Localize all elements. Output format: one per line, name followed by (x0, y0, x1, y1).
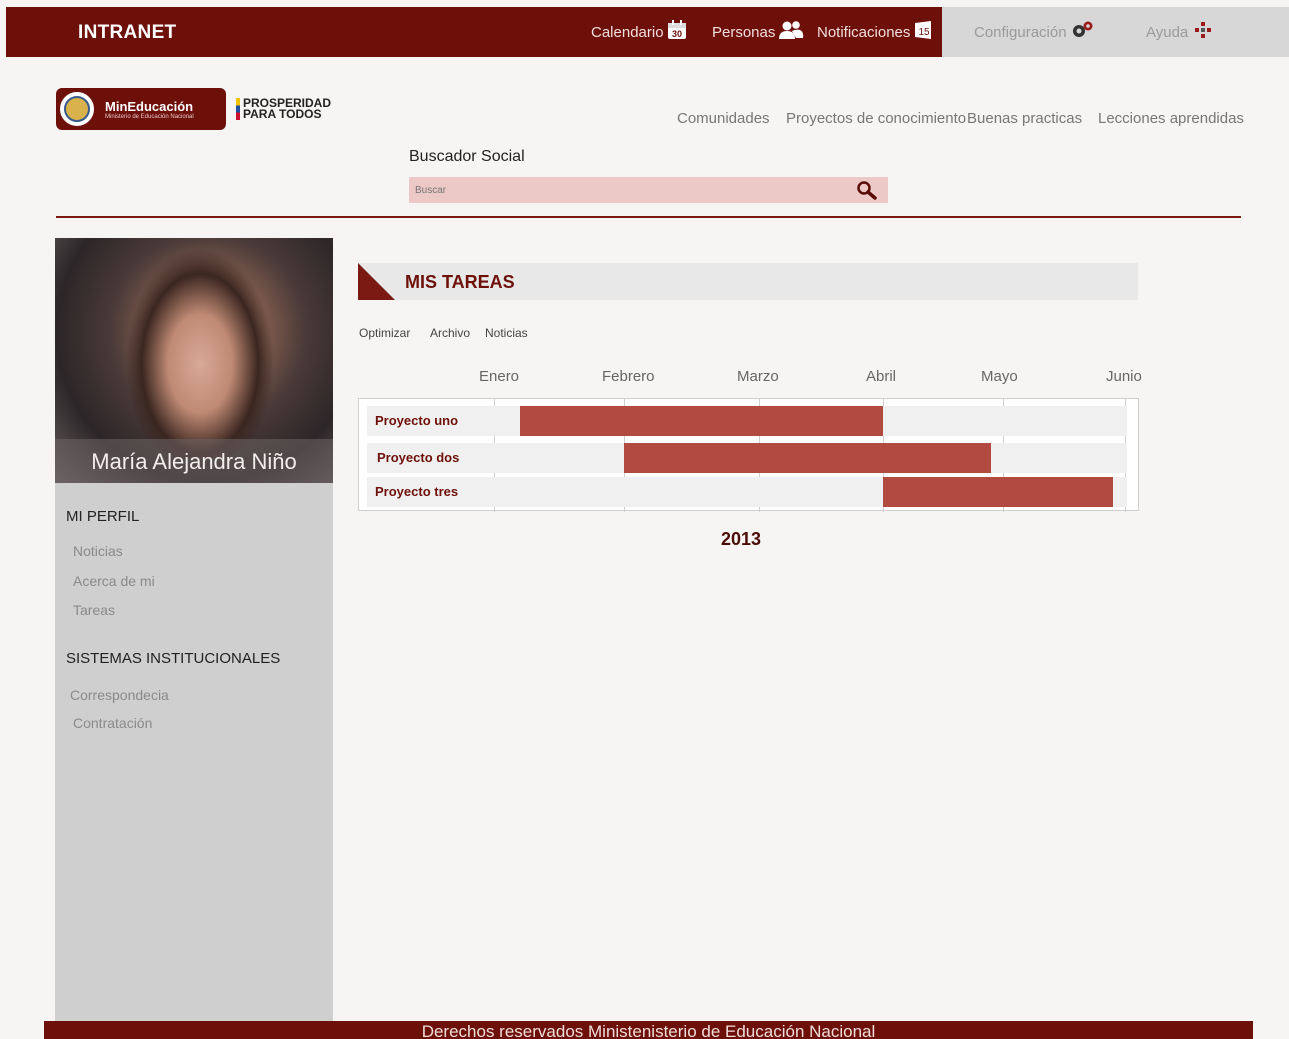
search-box (409, 177, 888, 203)
sidebar-item-acerca[interactable]: Acerca de mi (73, 573, 155, 589)
profile-name: María Alejandra Niño (55, 439, 333, 483)
notification-icon: 15 (913, 20, 933, 44)
footer: Derechos reservados Ministenisterio de E… (44, 1021, 1253, 1039)
tab-noticias[interactable]: Noticias (485, 326, 528, 340)
nav-configuracion-label: Configuración (974, 23, 1067, 41)
gantt-bar[interactable] (883, 477, 1113, 507)
logo-name: MinEducación (105, 98, 194, 114)
year-label: 2013 (721, 529, 762, 549)
nav-configuracion[interactable]: Configuración (974, 21, 1096, 43)
sidebar-item-contratacion[interactable]: Contratación (73, 715, 152, 731)
tab-archivo[interactable]: Archivo (430, 326, 470, 340)
search-icon[interactable] (856, 180, 878, 205)
top-bar: INTRANET Calendario 30 Personas Notifica… (6, 7, 1289, 57)
month-label: Mayo (981, 368, 1018, 385)
search-label: Buscador Social (409, 148, 525, 165)
flag-icon (236, 98, 240, 120)
nav-proyectos[interactable]: Proyectos de conocimiento (786, 110, 966, 127)
header-triangle-icon (358, 263, 395, 300)
svg-text:15: 15 (919, 27, 931, 38)
gantt-chart: Proyecto uno Proyecto dos Proyecto tres (358, 398, 1139, 512)
nav-notificaciones-label: Notificaciones (817, 23, 911, 41)
nav-ayuda-label: Ayuda (1146, 23, 1189, 41)
nav-personas-label: Personas (712, 23, 776, 41)
project-label: Proyecto uno (375, 413, 459, 428)
month-label: Abril (866, 368, 897, 385)
nav-calendario-label: Calendario (591, 23, 664, 41)
search-input[interactable] (409, 177, 839, 203)
prosperidad-logo: PROSPERIDAD PARA TODOS (236, 97, 331, 121)
gantt-bar[interactable] (520, 406, 883, 436)
gantt-bar[interactable] (624, 443, 991, 473)
nav-lecciones[interactable]: Lecciones aprendidas (1098, 110, 1244, 127)
help-icon (1193, 20, 1213, 44)
month-label: Enero (479, 368, 520, 385)
mineducacion-logo[interactable]: MinEducación Ministerio de Educación Nac… (56, 88, 226, 130)
sidebar-item-tareas[interactable]: Tareas (73, 602, 115, 618)
nav-calendario[interactable]: Calendario 30 (591, 7, 687, 57)
gear-icon (1070, 21, 1096, 43)
nav-notificaciones[interactable]: Notificaciones 15 (817, 7, 933, 57)
app-title: INTRANET (78, 22, 177, 43)
top-bar-right: Configuración Ayuda (942, 7, 1289, 57)
svg-text:30: 30 (672, 29, 682, 39)
header-divider (56, 216, 1241, 218)
calendar-icon: 30 (667, 20, 687, 44)
sidebar: María Alejandra Niño MI PERFIL Noticias … (55, 238, 333, 1021)
sidebar-item-noticias[interactable]: Noticias (73, 543, 123, 559)
month-label: Junio (1106, 368, 1142, 385)
section-mi-perfil: MI PERFIL (66, 508, 140, 525)
nav-buenas-practicas[interactable]: Buenas practicas (967, 110, 1082, 127)
tasks-title: MIS TAREAS (405, 272, 515, 292)
project-label: Proyecto tres (375, 484, 459, 499)
section-sistemas: SISTEMAS INSTITUCIONALES (66, 650, 281, 667)
sidebar-item-correspondencia[interactable]: Correspondecia (70, 687, 169, 703)
prosperidad-line2: PARA TODOS (243, 107, 322, 121)
tasks-header: MIS TAREAS (358, 263, 1138, 300)
month-label: Marzo (737, 368, 779, 385)
nav-ayuda[interactable]: Ayuda (1146, 20, 1213, 44)
tab-optimizar[interactable]: Optimizar (359, 326, 410, 340)
month-label: Febrero (602, 368, 655, 385)
nav-comunidades[interactable]: Comunidades (677, 110, 770, 127)
project-label: Proyecto dos (377, 450, 460, 465)
seal-icon (57, 89, 97, 129)
profile-photo[interactable]: María Alejandra Niño (55, 238, 333, 483)
logo-subtitle: Ministerio de Educación Nacional (105, 113, 194, 120)
nav-personas[interactable]: Personas (712, 7, 804, 57)
people-icon (778, 20, 804, 44)
